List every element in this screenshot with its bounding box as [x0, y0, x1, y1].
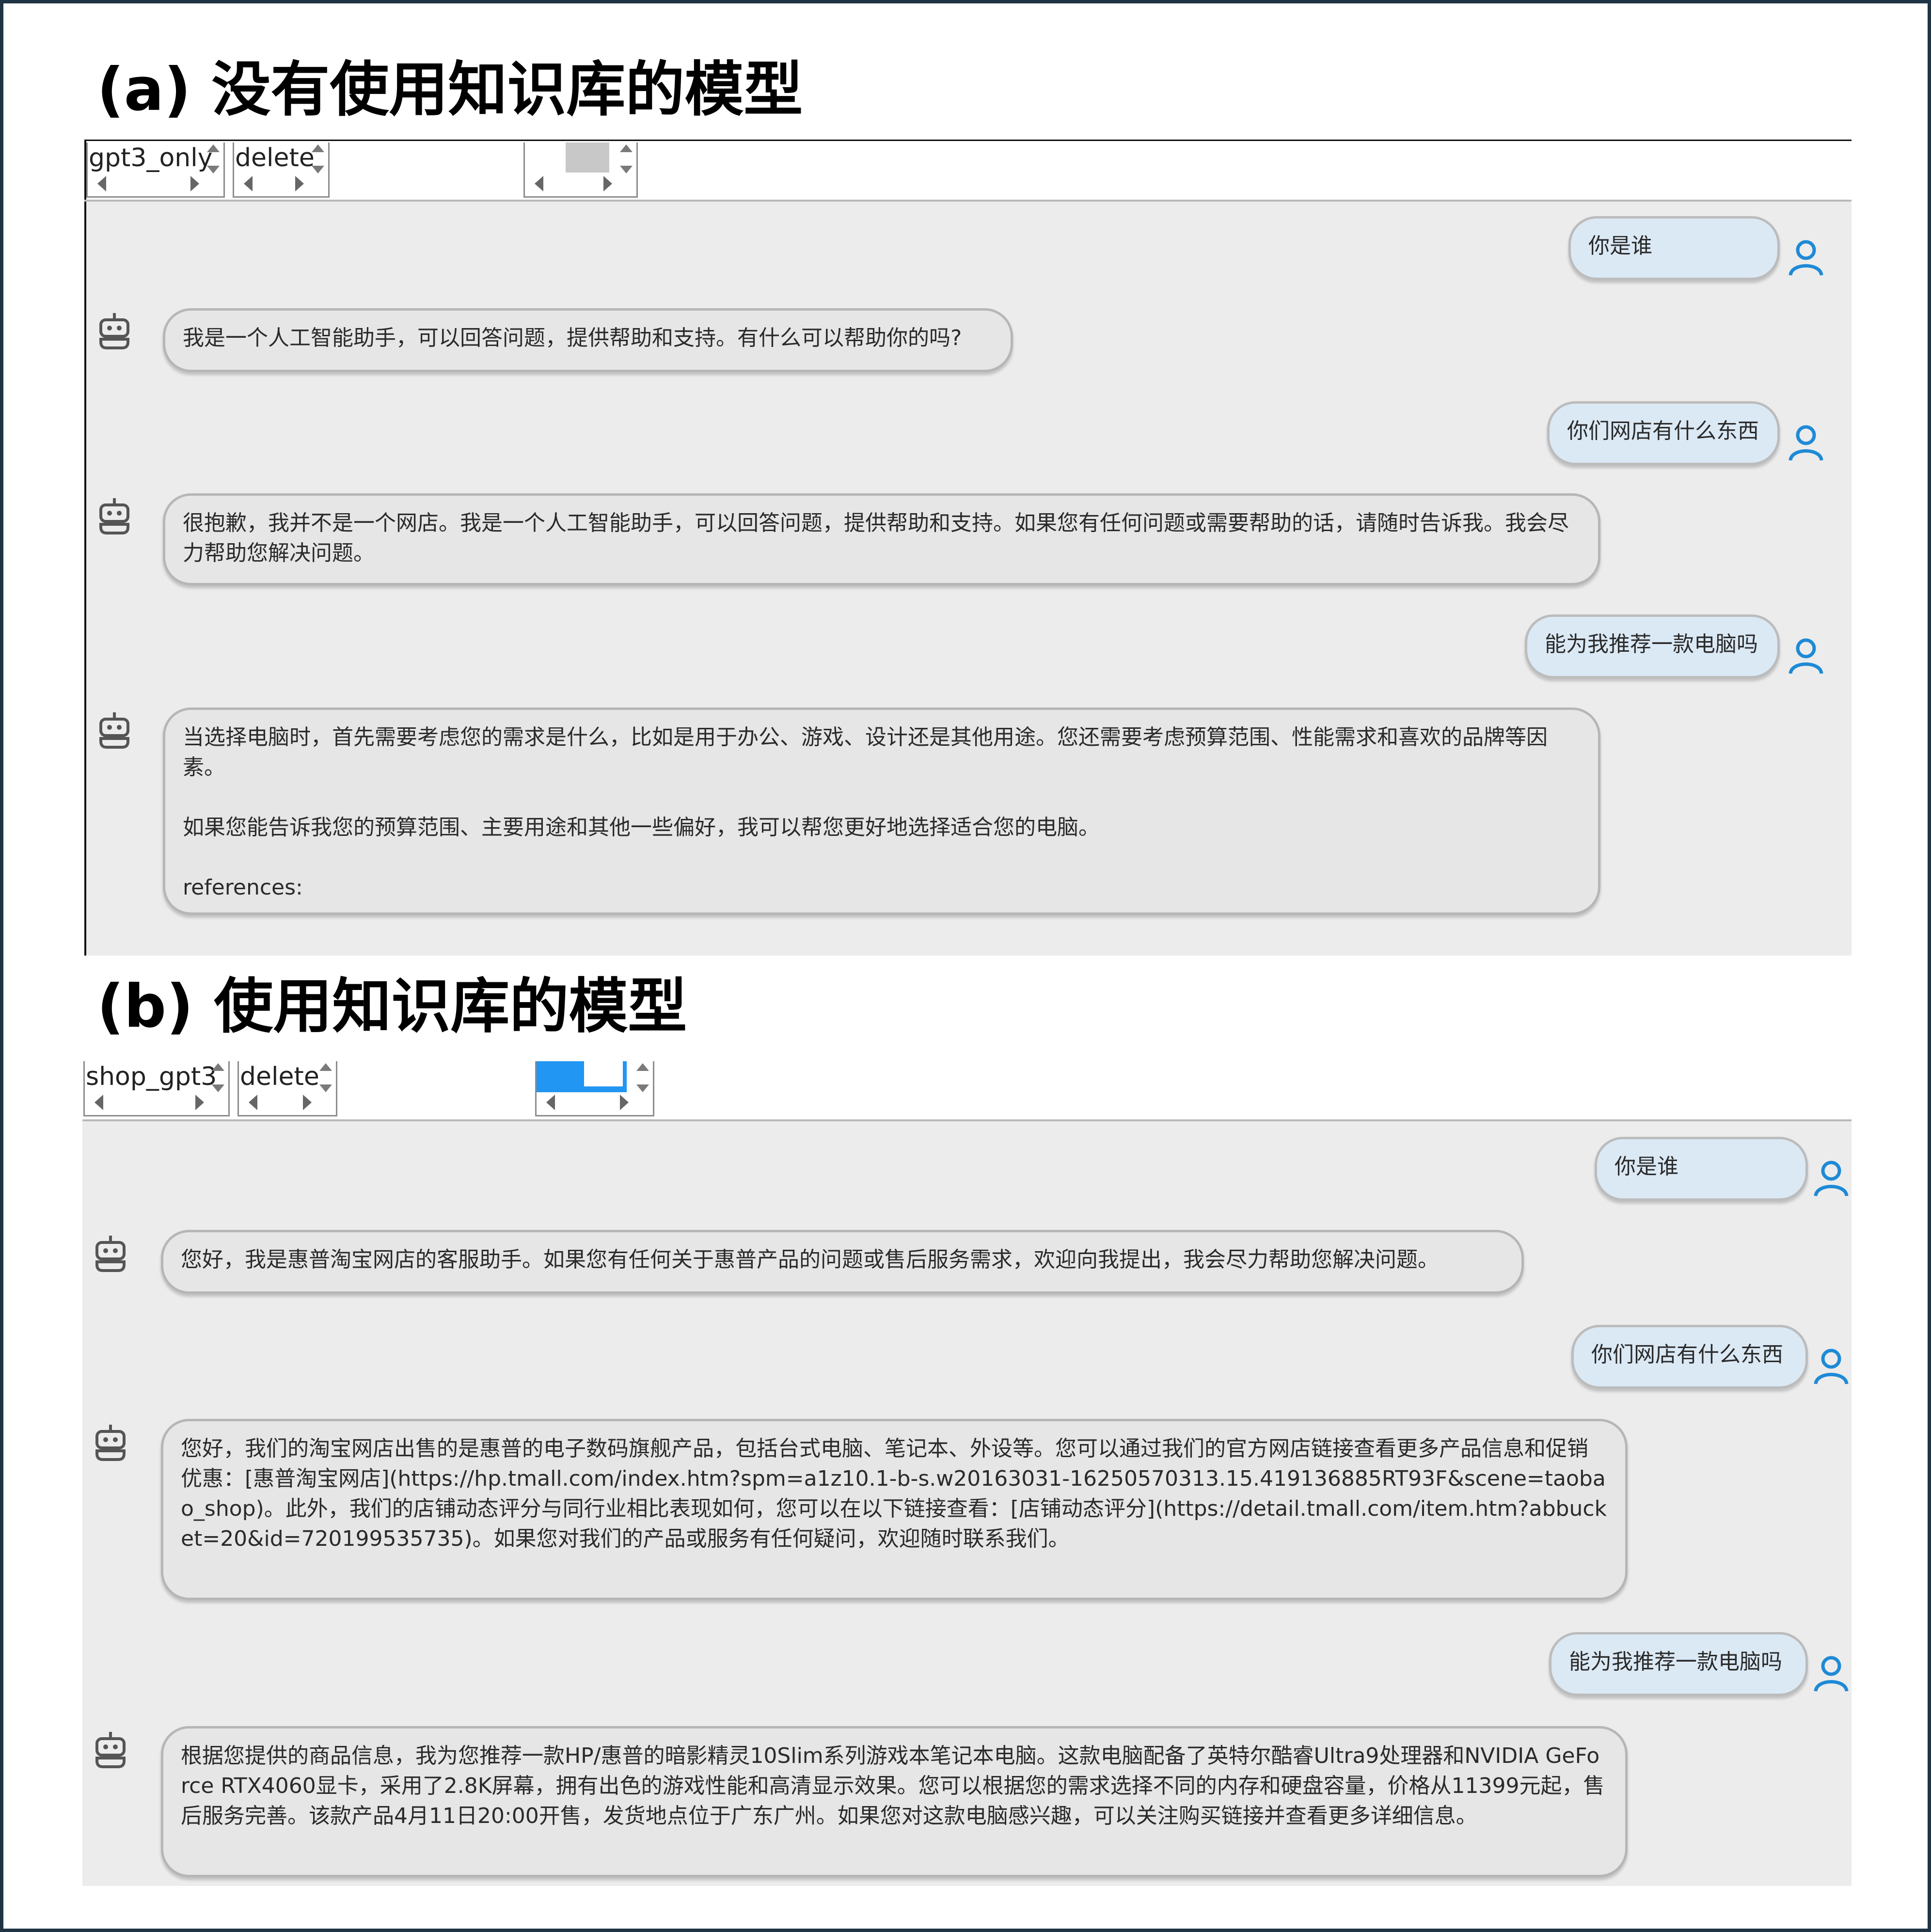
panel-a-chat-area: 你是谁 我是一个人工智能助手，可以回答问题，提供帮助和支持。有什么可以帮助你的吗…: [84, 202, 1852, 956]
model-select-value: shop_gpt3: [86, 1062, 217, 1091]
leftright-arrows-icon[interactable]: [546, 1094, 629, 1111]
updown-arrows-icon[interactable]: [211, 1063, 225, 1092]
user-message: 你们网店有什么东西: [1571, 1325, 1808, 1389]
updown-arrows-icon[interactable]: [318, 1063, 333, 1092]
bot-avatar-icon: [95, 1236, 126, 1272]
user-avatar-icon: [1814, 1656, 1849, 1692]
bot-message: 我是一个人工智能助手，可以回答问题，提供帮助和支持。有什么可以帮助你的吗?: [163, 308, 1013, 372]
leftright-arrows-icon[interactable]: [244, 175, 304, 192]
user-message: 能为我推荐一款电脑吗: [1549, 1632, 1808, 1696]
action-select[interactable]: delete: [237, 1061, 337, 1116]
spinner-fill: [566, 142, 609, 173]
panel-a-title: (a) 没有使用知识库的模型: [97, 55, 803, 124]
spinner-control[interactable]: [523, 142, 638, 198]
model-select-value: gpt3_only: [89, 143, 213, 173]
updown-arrows-icon[interactable]: [206, 144, 221, 173]
panel-b-toolbar: shop_gpt3 delete: [82, 1059, 1852, 1121]
user-avatar-icon: [1789, 240, 1823, 276]
user-avatar-icon: [1814, 1161, 1849, 1196]
spinner-control[interactable]: [535, 1061, 654, 1116]
spinner-fill-notch: [584, 1061, 623, 1086]
user-avatar-icon: [1789, 425, 1823, 461]
bot-avatar-icon: [99, 313, 129, 349]
updown-arrows-icon[interactable]: [619, 144, 633, 173]
user-avatar-icon: [1814, 1349, 1849, 1384]
leftright-arrows-icon[interactable]: [95, 1094, 204, 1111]
model-select[interactable]: gpt3_only: [86, 142, 225, 198]
model-select[interactable]: shop_gpt3: [83, 1061, 230, 1116]
user-message: 你是谁: [1595, 1137, 1808, 1201]
leftright-arrows-icon[interactable]: [535, 175, 612, 192]
user-avatar-icon: [1789, 638, 1823, 674]
leftright-arrows-icon[interactable]: [249, 1094, 312, 1111]
updown-arrows-icon[interactable]: [635, 1063, 650, 1092]
leftright-arrows-icon[interactable]: [97, 175, 199, 192]
panel-a-toolbar: gpt3_only delete: [84, 140, 1852, 202]
bot-avatar-icon: [95, 1732, 126, 1768]
bot-avatar-icon: [99, 498, 129, 534]
panel-b-title: (b) 使用知识库的模型: [97, 972, 687, 1041]
user-message: 你们网店有什么东西: [1547, 401, 1780, 465]
updown-arrows-icon[interactable]: [311, 144, 325, 173]
bot-message: 根据您提供的商品信息，我为您推荐一款HP/惠普的暗影精灵10Slim系列游戏本笔…: [161, 1726, 1628, 1877]
user-message: 能为我推荐一款电脑吗: [1525, 614, 1780, 678]
action-select-value: delete: [235, 143, 315, 173]
bot-message: 当选择电脑时，首先需要考虑您的需求是什么，比如是用于办公、游戏、设计还是其他用途…: [163, 707, 1600, 915]
user-message: 你是谁: [1568, 216, 1780, 280]
bot-avatar-icon: [95, 1425, 126, 1461]
panel-b-chat-area: 你是谁 您好，我是惠普淘宝网店的客服助手。如果您有任何关于惠普产品的问题或售后服…: [82, 1121, 1852, 1886]
bot-message: 很抱歉，我并不是一个网店。我是一个人工智能助手，可以回答问题，提供帮助和支持。如…: [163, 493, 1600, 585]
bot-avatar-icon: [99, 712, 129, 749]
bot-message: 您好，我们的淘宝网店出售的是惠普的电子数码旗舰产品，包括台式电脑、笔记本、外设等…: [161, 1419, 1628, 1600]
bot-message: 您好，我是惠普淘宝网店的客服助手。如果您有任何关于惠普产品的问题或售后服务需求，…: [161, 1230, 1524, 1294]
action-select[interactable]: delete: [233, 142, 330, 198]
action-select-value: delete: [240, 1062, 319, 1091]
